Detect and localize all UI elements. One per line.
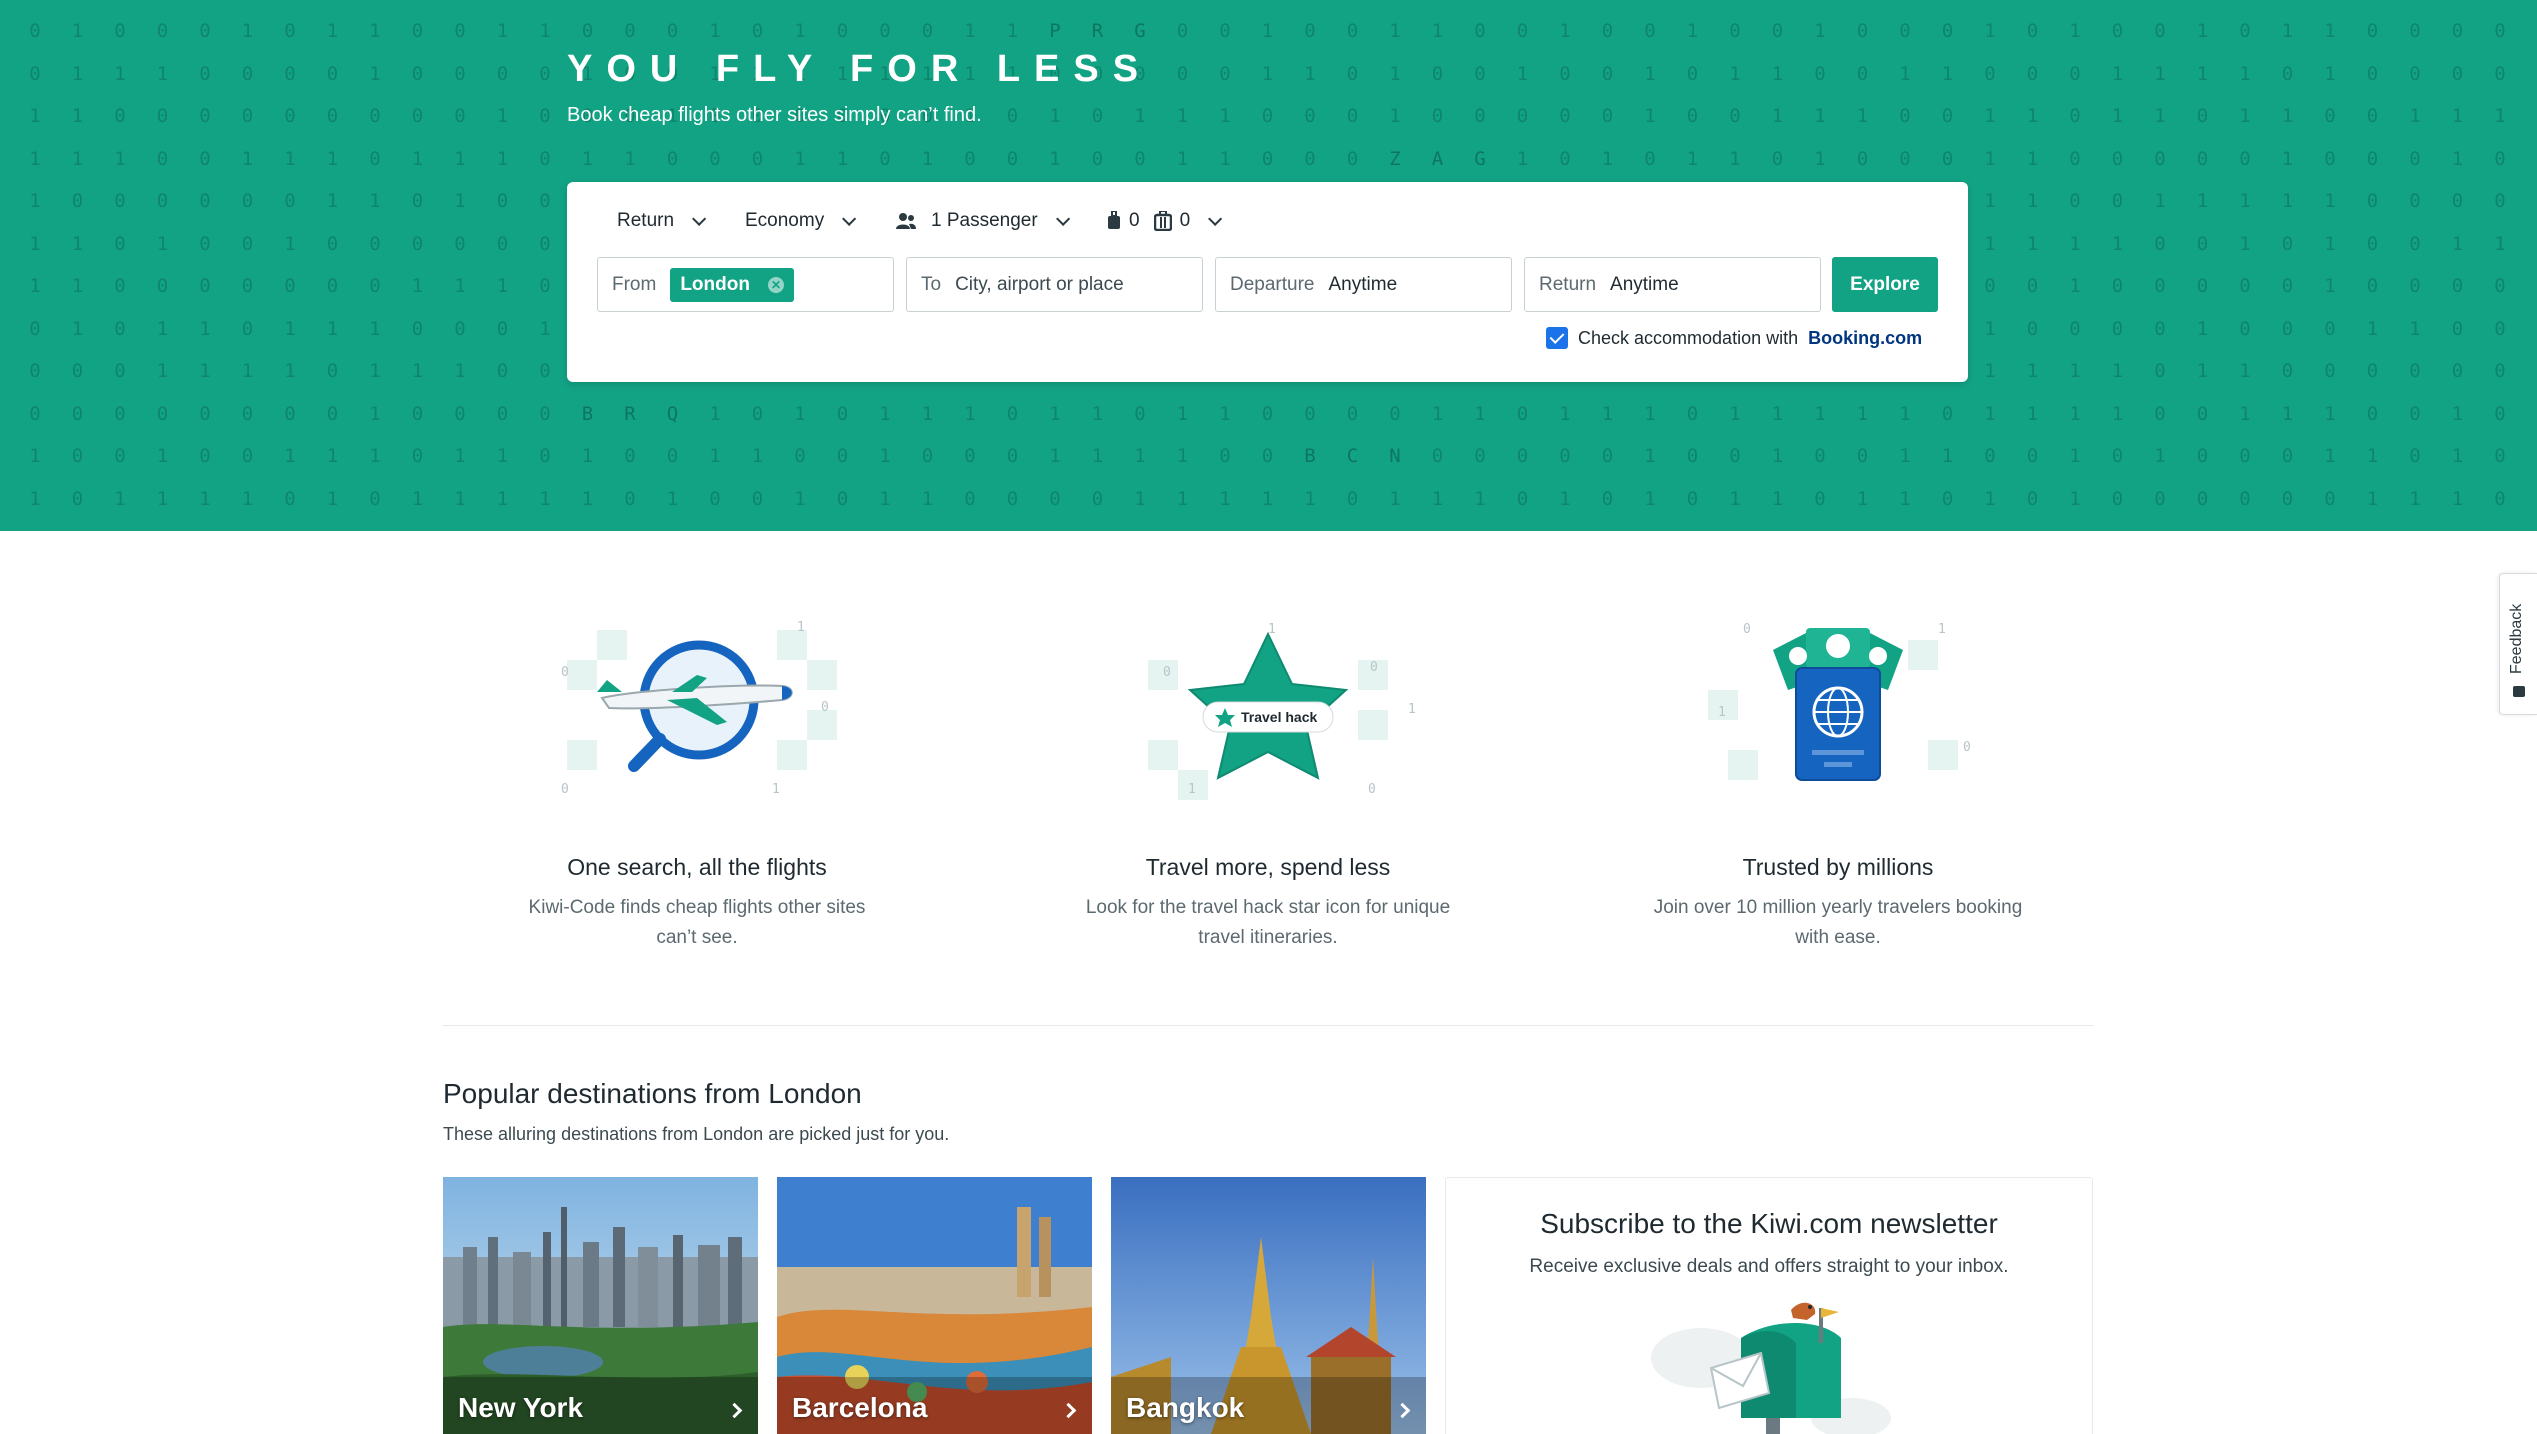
feature-one-search: 0 0 0 1 1 One search, all the flights Ki… [482, 620, 912, 953]
origin-chip[interactable]: London ✕ [670, 267, 794, 302]
binary-pattern-row: 0111000010000100111111110000011010010010… [29, 62, 2537, 85]
feature-title: One search, all the flights [567, 854, 827, 880]
mailbox-illustration [1651, 1302, 1891, 1434]
search-form: Return Economy 1 Passenger 0 0 From Lond… [567, 182, 1968, 382]
feedback-tab[interactable]: Feedback [2499, 573, 2537, 715]
cabin-class-label: Economy [745, 210, 825, 231]
from-label: From [612, 273, 657, 295]
trip-type-label: Return [617, 210, 675, 231]
to-label: To [921, 273, 942, 295]
bags-dropdown[interactable]: 0 0 [1107, 210, 1223, 232]
feature-travel-hack: 0 0 0 1 1 1 Travel hack Travel more, spe… [1053, 620, 1483, 953]
explore-button[interactable]: Explore [1832, 257, 1938, 312]
feature-description-line: Join over 10 million yearly travelers bo… [1653, 897, 2023, 918]
feature-description-line: travel itineraries. [1198, 927, 1338, 948]
newsletter-title: Subscribe to the Kiwi.com newsletter [1540, 1208, 1998, 1239]
hero-banner: 010001011001100010100011PRG0010011001001… [0, 0, 2537, 531]
to-placeholder: City, airport or place [955, 273, 1124, 295]
hero-subtitle: Book cheap flights other sites simply ca… [567, 104, 982, 126]
feature-description: Kiwi-Code finds cheap flights other site… [482, 893, 912, 953]
chevron-down-icon [692, 211, 707, 226]
chevron-down-icon [1055, 211, 1070, 226]
passengers-dropdown[interactable]: 1 Passenger [895, 210, 1070, 232]
travel-hack-badge: Travel hack [1241, 709, 1318, 725]
booking-logo: Booking.com [1808, 327, 1923, 348]
feature-description-line: Look for the travel hack star icon for u… [1085, 897, 1451, 918]
feedback-icon [2513, 686, 2525, 697]
feature-description: Look for the travel hack star icon for u… [1053, 893, 1483, 953]
binary-pattern-row: 1100000000010001000000101011100010000010… [29, 105, 2537, 127]
passenger-icon [896, 213, 916, 229]
feature-trusted: 0 1 0 1 Trusted by millions Join over 10… [1623, 620, 2053, 953]
cabin-bag-icon [1108, 211, 1120, 229]
newsletter-subtitle: Receive exclusive deals and offers strai… [1529, 1256, 2009, 1277]
binary-pattern-row: 010001011001100010100011PRG0010011001001… [29, 20, 2537, 42]
passport-illustration: 0 1 0 1 [1688, 620, 1988, 800]
binary-pattern-row: 1011110101111101001011000011111011101010… [29, 487, 2537, 510]
newsletter-card: Subscribe to the Kiwi.com newsletter Rec… [1445, 1177, 2093, 1434]
section-divider [443, 1025, 2094, 1026]
chevron-down-icon [842, 211, 857, 226]
search-options: Return Economy 1 Passenger 0 0 [567, 182, 1968, 266]
cabin-class-dropdown[interactable]: Economy [745, 210, 857, 232]
feature-description: Join over 10 million yearly travelers bo… [1623, 893, 2053, 953]
binary-pattern-row: 0000000010000BRQ101011101101100001101110… [29, 402, 2537, 425]
return-field[interactable]: Return Anytime [1524, 257, 1821, 312]
passengers-label: 1 Passenger [931, 210, 1038, 231]
from-field[interactable]: From London ✕ [597, 257, 894, 312]
feature-description-line: can’t see. [656, 927, 738, 948]
departure-field[interactable]: Departure Anytime [1215, 257, 1512, 312]
passport-icon [1773, 628, 1903, 781]
checked-bag-icon [1153, 211, 1172, 231]
destination-card-new-york[interactable]: New York [443, 1177, 758, 1434]
popular-destinations-title: Popular destinations from London [443, 1078, 862, 1109]
popular-destinations-subtitle: These alluring destinations from London … [443, 1124, 950, 1144]
binary-pattern-row: 100100111011010011001000111100BCN0000010… [29, 445, 2537, 467]
cabin-bags-count: 0 [1129, 210, 1140, 231]
feature-description-line: with ease. [1795, 927, 1881, 948]
departure-value: Anytime [1328, 273, 1398, 295]
destination-name: New York [458, 1392, 584, 1423]
feedback-label: Feedback [2508, 603, 2525, 674]
star-illustration: 0 0 0 1 1 1 Travel hack [1118, 620, 1418, 800]
checkbox-icon[interactable] [1546, 327, 1568, 349]
feature-title: Travel more, spend less [1145, 854, 1391, 880]
destination-name: Barcelona [792, 1392, 928, 1423]
clear-icon[interactable]: ✕ [767, 276, 784, 293]
chevron-down-icon [1208, 211, 1223, 226]
hero-title: YOU FLY FOR LESS [567, 48, 1153, 90]
return-label: Return [1539, 273, 1597, 295]
binary-pattern-row: 11100111011101100011010010011000ZAG10101… [29, 147, 2537, 170]
destination-card-barcelona[interactable]: Barcelona [777, 1177, 1092, 1434]
to-field[interactable]: To City, airport or place [906, 257, 1203, 312]
plane-search-illustration: 0 0 0 1 1 [547, 620, 847, 800]
feature-description-line: Kiwi-Code finds cheap flights other site… [528, 897, 866, 918]
origin-chip-label: London [680, 273, 750, 295]
destination-card-bangkok[interactable]: Bangkok [1111, 1177, 1426, 1434]
accommodation-option[interactable]: Check accommodation with Booking.com [1546, 327, 1922, 349]
accommodation-text: Check accommodation with [1578, 327, 1799, 348]
feature-title: Trusted by millions [1742, 854, 1934, 880]
destination-name: Bangkok [1126, 1392, 1245, 1423]
departure-label: Departure [1230, 273, 1315, 295]
trip-type-dropdown[interactable]: Return [617, 210, 707, 232]
return-value: Anytime [1610, 273, 1679, 295]
checked-bags-count: 0 [1179, 210, 1191, 231]
magnifier-plane-icon [597, 640, 793, 772]
